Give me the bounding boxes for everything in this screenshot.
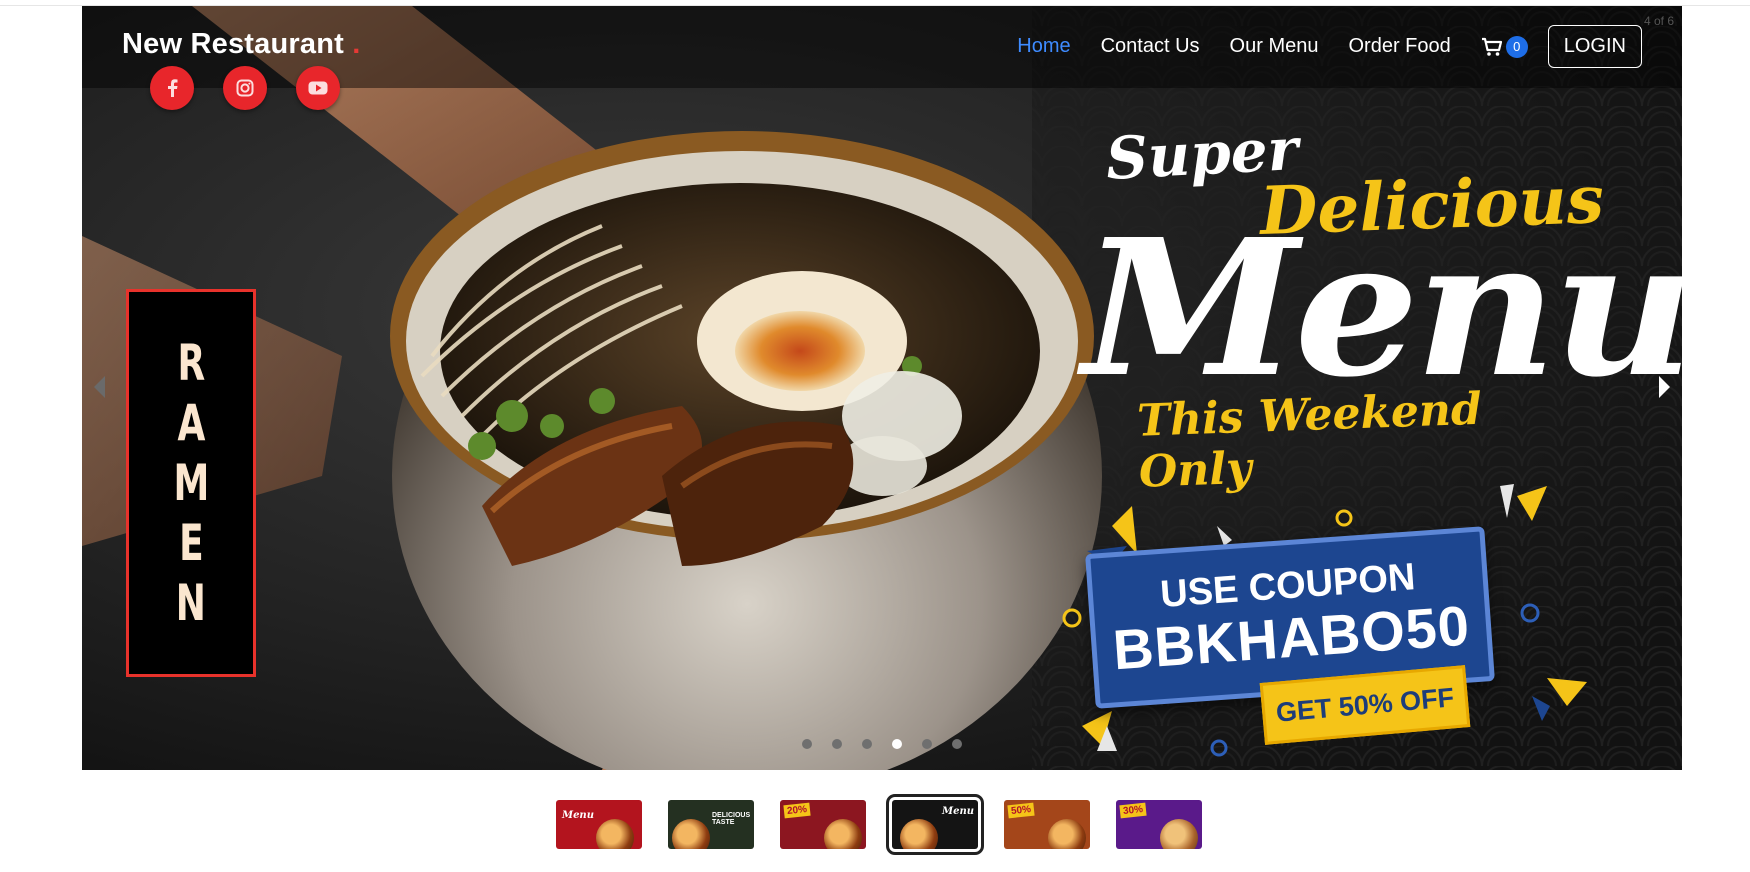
thumbnail-badge: 30% [1119,802,1147,819]
youtube-icon [308,81,328,95]
carousel-dot[interactable] [832,739,842,749]
carousel-indicators [802,739,982,749]
sign-letter: E [178,514,204,572]
youtube-button[interactable] [296,66,340,110]
carousel-dot-active[interactable] [892,739,902,749]
brand-dot: . [352,28,361,60]
instagram-icon [236,79,254,97]
thumbnail-label: DELICIOUS TASTE [712,812,751,826]
thumbnail-label: Menu [562,810,594,821]
facebook-icon [168,79,178,97]
promo-weekend: This Weekend Only [1136,383,1483,498]
nav-contact-us[interactable]: Contact Us [1101,35,1200,58]
sign-letter: R [177,334,205,392]
thumbnail-strip: Menu DELICIOUS TASTE 20% Menu 50% 30% [556,794,1228,855]
carousel-dot[interactable] [952,739,962,749]
ramen-sign: R A M E N [126,289,256,677]
thumbnail-5[interactable]: 50% [1004,800,1090,849]
thumbnail-6[interactable]: 30% [1116,800,1202,849]
facebook-button[interactable] [150,66,194,110]
instagram-button[interactable] [223,66,267,110]
nav-order-food[interactable]: Order Food [1348,35,1450,58]
cart-count-badge: 0 [1505,35,1528,58]
sign-letter: A [177,394,205,452]
carousel-dot[interactable] [802,739,812,749]
thumbnail-4-active[interactable]: Menu [886,794,984,855]
promo-headline: Super Delicious Menu This Weekend Only [1082,106,1682,498]
thumbnail-badge: 50% [1007,802,1035,819]
promo-menu: Menu [1082,198,1682,419]
brand-name: New Restaurant [122,28,344,60]
brand-logo[interactable]: New Restaurant . [122,28,361,61]
thumbnail-1[interactable]: Menu [556,800,642,849]
nav-our-menu[interactable]: Our Menu [1230,35,1319,58]
next-slide-arrow-icon[interactable] [1659,376,1670,398]
prev-slide-arrow-icon[interactable] [94,376,105,398]
sign-letter: M [173,454,209,512]
cart-icon [1481,37,1502,56]
thumbnail-badge: 20% [783,802,811,819]
social-links [150,66,369,110]
thumbnail-3[interactable]: 20% [780,800,866,849]
carousel-dot[interactable] [862,739,872,749]
sign-letter: N [175,574,207,632]
carousel-dot[interactable] [922,739,932,749]
thumbnail-2[interactable]: DELICIOUS TASTE [668,800,754,849]
nav-links: Home Contact Us Our Menu Order Food 0 LO… [987,25,1642,68]
nav-home[interactable]: Home [1017,35,1070,58]
cart-button[interactable]: 0 [1481,35,1528,58]
login-button[interactable]: LOGIN [1547,25,1642,68]
hero-carousel: 4 of 6 New Restaurant . Home Contact Us … [82,6,1682,770]
thumbnail-label: Menu [942,806,974,817]
